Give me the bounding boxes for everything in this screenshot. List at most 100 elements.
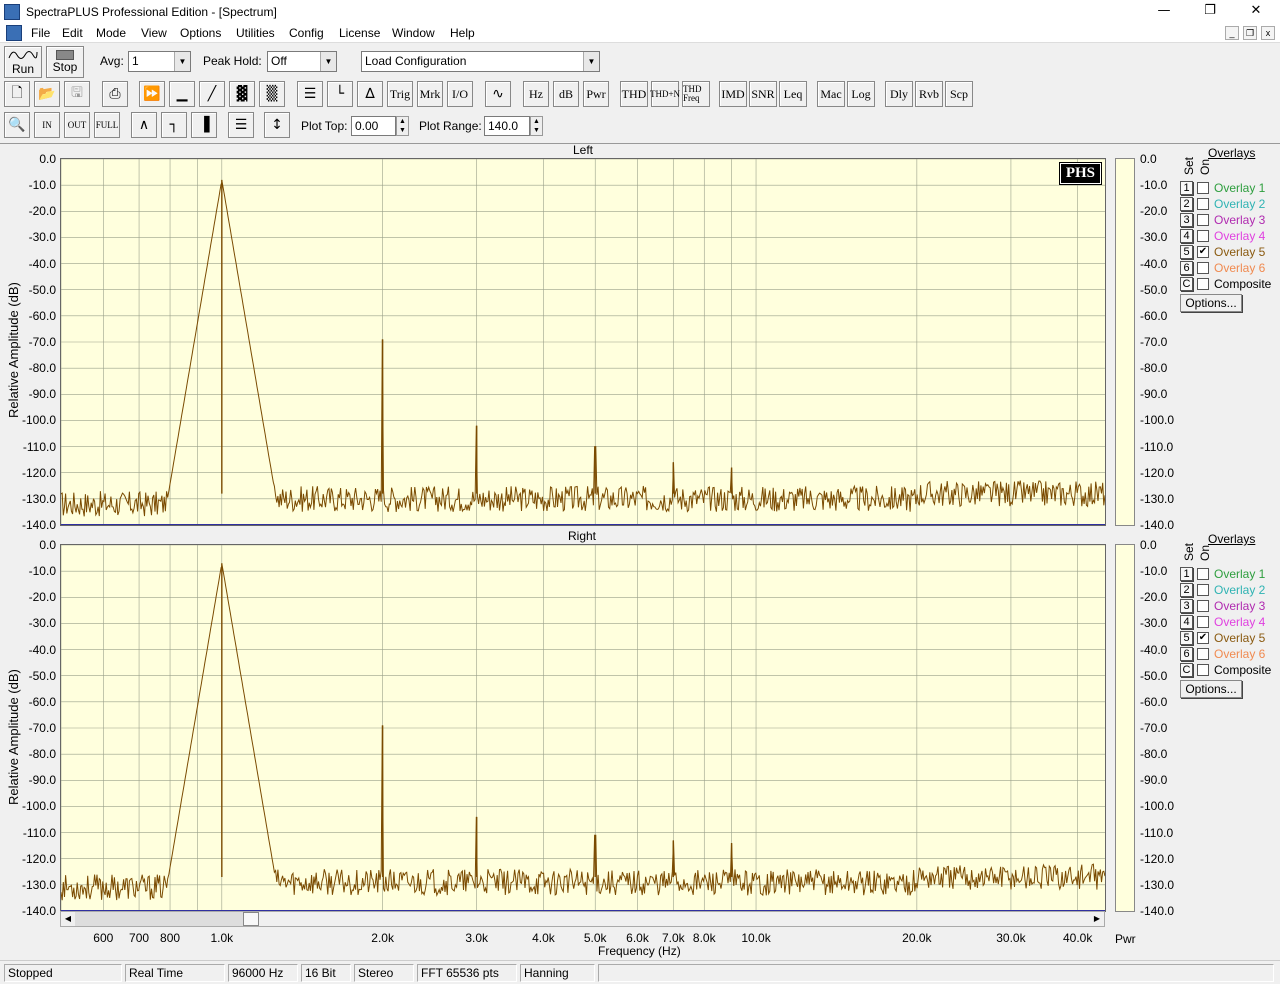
overlay-checkbox[interactable]	[1197, 198, 1209, 210]
vertical-scale-icon[interactable]: ↕	[264, 112, 290, 138]
overlay-set-button[interactable]: C	[1180, 277, 1193, 291]
open-folder-icon[interactable]: 📂	[34, 81, 60, 107]
overlay-set-button[interactable]: 3	[1180, 599, 1193, 613]
plot-top-input[interactable]: 0.00 ▲ ▼	[351, 116, 409, 136]
menu-file[interactable]: File	[31, 26, 50, 40]
io-button[interactable]: I/O	[447, 81, 473, 107]
mrk-button[interactable]: Mrk	[417, 81, 443, 107]
imd-button[interactable]: IMD	[719, 81, 747, 107]
overlay-checkbox[interactable]: ✔	[1197, 632, 1209, 644]
overlay-checkbox[interactable]	[1197, 230, 1209, 242]
minimize-button[interactable]: —	[1141, 0, 1187, 23]
overlay-set-button[interactable]: 1	[1180, 567, 1193, 581]
thdn-button[interactable]: THD+N	[650, 81, 680, 107]
overlay-set-button[interactable]: 4	[1180, 229, 1193, 243]
save-icon[interactable]: 🖫	[64, 81, 90, 107]
menu-options[interactable]: Options	[180, 26, 221, 40]
bar-plot-icon[interactable]: ▐	[191, 112, 217, 138]
overlay-checkbox[interactable]	[1197, 182, 1209, 194]
scroll-right-icon[interactable]: ▶	[1090, 912, 1104, 926]
spectrum-mode-icon[interactable]: ▁	[169, 81, 195, 107]
run-button[interactable]: Run	[4, 46, 42, 78]
zoom-in-2x-icon[interactable]: IN	[34, 112, 60, 138]
hz-button[interactable]: Hz	[523, 81, 549, 107]
thd-button[interactable]: THD	[620, 81, 648, 107]
channel-layout-icon[interactable]: ☰	[228, 112, 254, 138]
config-select[interactable]: Load Configuration ▼	[361, 51, 600, 72]
menu-mode[interactable]: Mode	[96, 26, 126, 40]
overlay-set-button[interactable]: 2	[1180, 197, 1193, 211]
trig-button[interactable]: Trig	[387, 81, 413, 107]
dly-button[interactable]: Dly	[885, 81, 913, 107]
pwr-button[interactable]: Pwr	[583, 81, 609, 107]
document-icon[interactable]	[6, 25, 22, 41]
mdi-minimize-button[interactable]: _	[1225, 26, 1239, 40]
spectrogram-icon[interactable]: ▓	[229, 81, 255, 107]
menu-config[interactable]: Config	[289, 26, 324, 40]
zoom-icon[interactable]: 🔍	[4, 112, 30, 138]
leq-button[interactable]: Leq	[779, 81, 807, 107]
overlay-options-button[interactable]: Options...	[1180, 294, 1242, 312]
time-mode-icon[interactable]: ╱	[199, 81, 225, 107]
thd-freq-button[interactable]: THD Freq	[682, 81, 710, 107]
plot-area-right[interactable]	[60, 544, 1106, 912]
zoom-out-2x-icon[interactable]: OUT	[64, 112, 90, 138]
overlay-set-button[interactable]: 4	[1180, 615, 1193, 629]
signal-generator-icon[interactable]: ∿	[485, 81, 511, 107]
new-file-icon[interactable]: 🗋	[4, 81, 30, 107]
overlay-set-button[interactable]: 6	[1180, 261, 1193, 275]
mdi-close-button[interactable]: x	[1261, 26, 1275, 40]
snr-button[interactable]: SNR	[749, 81, 777, 107]
db-button[interactable]: dB	[553, 81, 579, 107]
zoom-full-icon[interactable]: FULL	[94, 112, 120, 138]
overlay-set-button[interactable]: 3	[1180, 213, 1193, 227]
menu-edit[interactable]: Edit	[62, 26, 83, 40]
stop-button[interactable]: Stop	[46, 46, 84, 78]
scroll-thumb[interactable]	[243, 912, 259, 926]
overlay-checkbox[interactable]	[1197, 214, 1209, 226]
overlay-set-button[interactable]: 1	[1180, 181, 1193, 195]
overlay-checkbox[interactable]	[1197, 648, 1209, 660]
overlay-checkbox[interactable]	[1197, 278, 1209, 290]
avg-select[interactable]: 1 ▼	[128, 51, 191, 72]
log-button[interactable]: Log	[847, 81, 875, 107]
plot-range-input[interactable]: 140.0 ▲ ▼	[484, 116, 543, 136]
line-plot-icon[interactable]: ∧	[131, 112, 157, 138]
menu-view[interactable]: View	[141, 26, 167, 40]
trigger-level-icon[interactable]: ∆	[357, 81, 383, 107]
close-button[interactable]: ✕	[1233, 0, 1279, 23]
overlay-checkbox[interactable]	[1197, 616, 1209, 628]
restore-button[interactable]: ❐	[1187, 0, 1233, 23]
overlay-checkbox[interactable]	[1197, 568, 1209, 580]
axis-icon[interactable]: └	[327, 81, 353, 107]
plot-area-left[interactable]: PHS	[60, 158, 1106, 526]
overlay-checkbox[interactable]	[1197, 600, 1209, 612]
overlay-set-button[interactable]: C	[1180, 663, 1193, 677]
overlay-set-button[interactable]: 2	[1180, 583, 1193, 597]
spinner-icon[interactable]: ▲ ▼	[396, 116, 409, 136]
scroll-left-icon[interactable]: ◀	[61, 912, 75, 926]
mac-button[interactable]: Mac	[817, 81, 845, 107]
peakhold-select[interactable]: Off ▼	[267, 51, 337, 72]
menu-help[interactable]: Help	[450, 26, 475, 40]
fast-forward-icon[interactable]: ⏩	[139, 81, 165, 107]
print-icon[interactable]: ⎙	[102, 81, 128, 107]
overlay-set-button[interactable]: 5	[1180, 245, 1193, 259]
scp-button[interactable]: Scp	[945, 81, 973, 107]
overlay-set-button[interactable]: 5	[1180, 631, 1193, 645]
mdi-restore-button[interactable]: ❐	[1243, 26, 1257, 40]
spinner-icon[interactable]: ▲ ▼	[530, 116, 543, 136]
menu-window[interactable]: Window	[392, 26, 435, 40]
overlay-checkbox[interactable]	[1197, 664, 1209, 676]
overlay-checkbox[interactable]	[1197, 262, 1209, 274]
overlay-checkbox[interactable]: ✔	[1197, 246, 1209, 258]
overlay-checkbox[interactable]	[1197, 584, 1209, 596]
3d-surface-icon[interactable]: ▒	[259, 81, 285, 107]
menu-utilities[interactable]: Utilities	[236, 26, 275, 40]
menu-license[interactable]: License	[339, 26, 380, 40]
step-plot-icon[interactable]: ┐	[161, 112, 187, 138]
overlay-options-button[interactable]: Options...	[1180, 680, 1242, 698]
overlay-set-button[interactable]: 6	[1180, 647, 1193, 661]
horizontal-scrollbar[interactable]: ◀ ▶	[60, 911, 1105, 927]
list-view-icon[interactable]: ☰	[297, 81, 323, 107]
